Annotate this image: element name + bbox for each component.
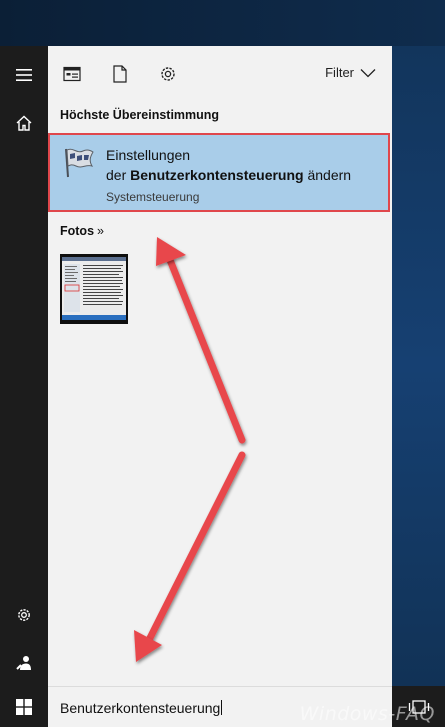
settings-icon xyxy=(18,609,30,621)
search-box[interactable]: Benutzerkontensteuerung xyxy=(48,686,392,727)
settings-button[interactable] xyxy=(0,592,48,638)
thumbnail-taskbar-strip xyxy=(62,315,126,320)
chevron-down-icon xyxy=(360,68,376,77)
filter-dropdown[interactable]: Filter xyxy=(325,65,376,80)
results-toolbar: Filter xyxy=(48,46,392,100)
task-view-button[interactable] xyxy=(392,686,445,727)
best-match-subtitle: Systemsteuerung xyxy=(106,190,200,204)
desktop-background xyxy=(392,46,445,686)
thumbnail-document-preview xyxy=(62,257,126,315)
windows-logo-icon xyxy=(16,698,32,715)
photo-thumbnail[interactable] xyxy=(60,254,128,324)
best-match-title-line2: der Benutzerkontensteuerung ändern xyxy=(106,167,351,183)
title-keyword: Benutzerkontensteuerung xyxy=(130,167,304,183)
home-icon xyxy=(16,115,32,131)
settings-icon xyxy=(161,67,175,81)
title-suffix: ändern xyxy=(303,167,352,183)
user-icon xyxy=(16,656,31,670)
documents-filter-button[interactable] xyxy=(108,62,132,86)
text-caret xyxy=(221,700,223,715)
photos-heading[interactable]: Fotos» xyxy=(60,224,104,238)
best-match-heading: Höchste Übereinstimmung xyxy=(60,108,220,122)
document-icon xyxy=(113,65,127,83)
start-button[interactable] xyxy=(0,686,48,727)
title-prefix: der xyxy=(106,167,131,183)
task-view-icon xyxy=(408,699,429,714)
search-query: Benutzerkontensteuerung xyxy=(60,700,221,716)
user-account-button[interactable] xyxy=(0,640,48,686)
desktop-top-strip xyxy=(0,0,445,46)
photos-chevron: » xyxy=(97,224,104,238)
best-match-result[interactable]: Einstellungen der Benutzerkontensteuerun… xyxy=(48,133,390,212)
hamburger-icon xyxy=(16,69,32,81)
filter-label: Filter xyxy=(325,65,354,80)
uac-flag-icon xyxy=(65,148,94,178)
photos-heading-label: Fotos xyxy=(60,224,95,238)
settings-filter-button[interactable] xyxy=(156,62,180,86)
search-input-text: Benutzerkontensteuerung xyxy=(60,700,223,716)
search-results-panel: Filter Höchste Übereinstimmung Einstellu… xyxy=(48,46,392,686)
start-menu-rail xyxy=(0,46,48,686)
home-button[interactable] xyxy=(0,100,48,146)
best-match-title-line1: Einstellungen xyxy=(106,147,191,163)
hamburger-menu-button[interactable] xyxy=(0,52,48,98)
apps-icon xyxy=(63,66,81,82)
apps-filter-button[interactable] xyxy=(60,62,84,86)
